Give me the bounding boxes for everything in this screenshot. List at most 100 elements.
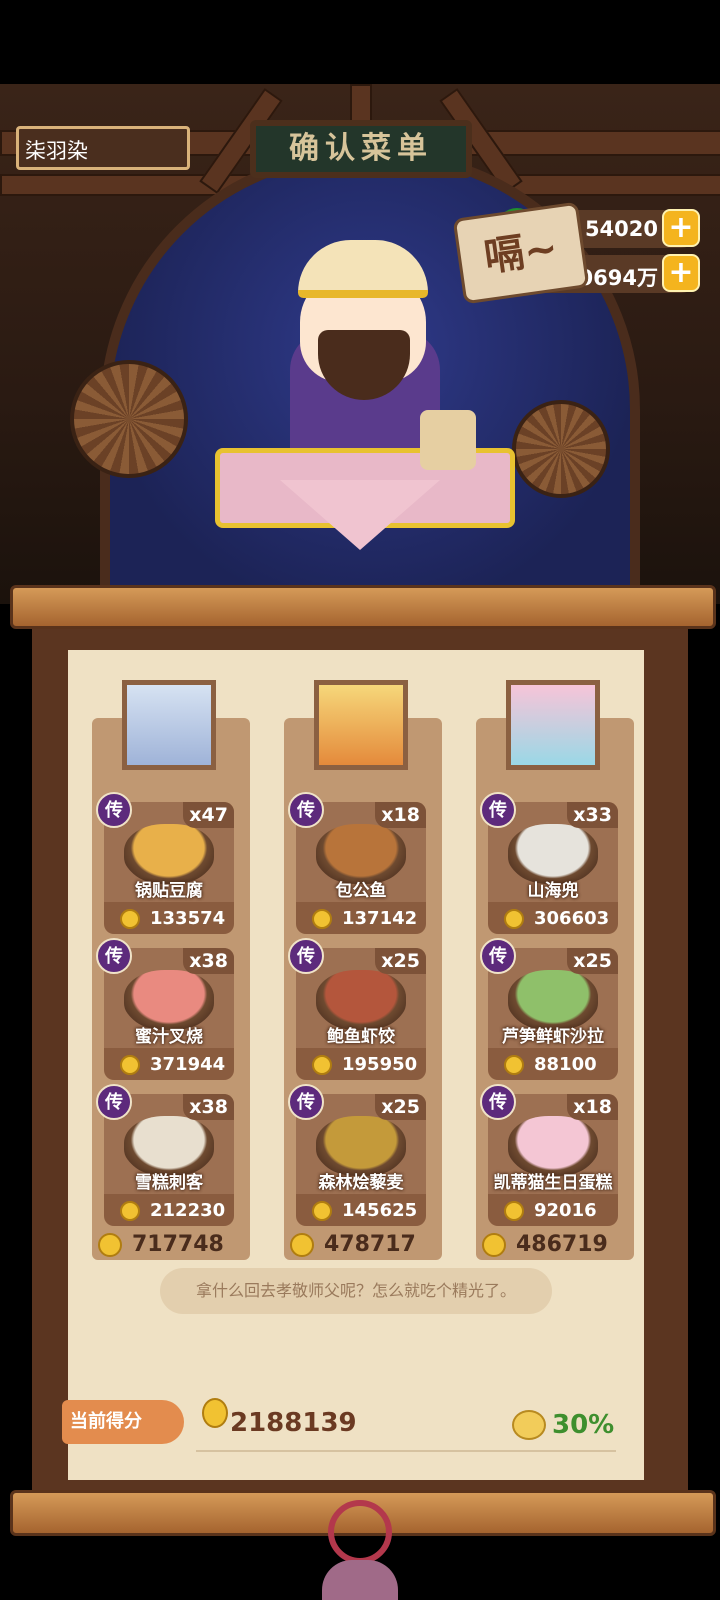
dish-price-value: 137142 [342,908,418,929]
legendary-badge: 传 [96,938,132,974]
dish-price: 88100 [488,1052,618,1078]
dish-name: 包公鱼 [335,881,387,901]
dish-name: 鲍鱼虾饺 [327,1027,395,1047]
dish-quantity: x18 [375,802,426,828]
dish-price: 145625 [296,1198,426,1224]
coin-icon [120,909,140,929]
coin-icon [482,1233,506,1257]
tassel-icon [322,1560,398,1600]
dish-card[interactable]: 传 x38 蜜汁叉烧 371944 [96,938,234,1080]
dish-price-value: 306603 [534,908,610,929]
coin-icon [202,1398,228,1428]
dish-card[interactable]: 传 x25 鲍鱼虾饺 195950 [288,938,426,1080]
dish-card[interactable]: 传 x47 锅贴豆腐 133574 [96,792,234,934]
coin-icon [312,909,332,929]
dish-image [124,824,214,884]
dish-quantity: x33 [567,802,618,828]
legendary-badge: 传 [96,1084,132,1120]
dish-price: 306603 [488,906,618,932]
column-total-2: 478717 [290,1232,416,1257]
status-bar-area [0,0,720,84]
dish-quantity: x25 [375,1094,426,1120]
player-name: 柒羽染 [16,126,190,170]
dish-card[interactable]: 传 x18 凯蒂猫生日蛋糕 92016 [480,1084,618,1226]
legendary-badge: 传 [96,792,132,828]
dish-card[interactable]: 传 x25 森林烩藜麦 145625 [288,1084,426,1226]
dish-image [124,1116,214,1176]
dish-quantity: x25 [375,948,426,974]
dish-price-value: 212230 [150,1200,226,1221]
legendary-badge: 传 [480,938,516,974]
stacked-bowls [420,410,476,470]
jade-amount: 54020 [584,217,658,241]
dish-image [316,824,406,884]
add-jade-button[interactable]: + [662,209,700,247]
customer-portrait-1[interactable] [122,680,216,770]
dish-name: 森林烩藜麦 [318,1173,404,1193]
coin-icon [120,1201,140,1221]
divider [196,1450,616,1452]
dish-price: 195950 [296,1052,426,1078]
dish-price: 371944 [104,1052,234,1078]
dish-price: 92016 [488,1198,618,1224]
dish-quantity: x38 [183,948,234,974]
speech-bubble: 嗝~ [452,201,590,305]
scroll-rod-top [10,585,716,629]
dish-name: 雪糕刺客 [135,1173,203,1193]
dish-quantity: x47 [183,802,234,828]
customer-quote: 拿什么回去孝敬师父呢？怎么就吃个精光了。 [160,1268,552,1314]
dish-price-value: 371944 [150,1054,226,1075]
dish-image [508,824,598,884]
add-coin-button[interactable]: + [662,254,700,292]
customer-portrait-3[interactable] [506,680,600,770]
dish-price: 212230 [104,1198,234,1224]
coin-icon [98,1233,122,1257]
column-total-3: 486719 [482,1232,608,1257]
dish-card[interactable]: 传 x33 山海兜 306603 [480,792,618,934]
knot-ornament-icon [328,1500,392,1564]
coin-icon [504,1055,524,1075]
coin-icon [290,1233,314,1257]
coin-icon [120,1055,140,1075]
legendary-badge: 传 [288,792,324,828]
bonus-percent: 30% [552,1410,615,1440]
dish-image [316,970,406,1030]
coin-icon [312,1201,332,1221]
legendary-badge: 传 [288,938,324,974]
bonus-chick-icon [512,1410,546,1440]
dish-price-value: 195950 [342,1054,418,1075]
column-total-1: 717748 [98,1232,224,1257]
legendary-badge: 传 [480,792,516,828]
dish-name: 芦笋鲜虾沙拉 [502,1027,604,1047]
dish-price-value: 92016 [534,1200,597,1221]
dish-quantity: x38 [183,1094,234,1120]
dish-image [508,1116,598,1176]
dish-price-value: 145625 [342,1200,418,1221]
current-score-label: 当前得分 [62,1400,184,1444]
dish-name: 凯蒂猫生日蛋糕 [493,1173,613,1193]
dish-card[interactable]: 传 x38 雪糕刺客 212230 [96,1084,234,1226]
dish-price-value: 133574 [150,908,226,929]
dish-image [124,970,214,1030]
confirm-menu-sign: 确认菜单 [250,120,472,178]
fan-left-icon [70,360,188,478]
current-score-value: 2188139 [230,1408,357,1438]
dish-price: 137142 [296,906,426,932]
coin-icon [504,1201,524,1221]
dish-price-value: 88100 [534,1054,597,1075]
fan-right-icon [512,400,610,498]
dish-quantity: x18 [567,1094,618,1120]
dish-quantity: x25 [567,948,618,974]
dish-image [316,1116,406,1176]
dish-name: 山海兜 [527,881,579,901]
dish-card[interactable]: 传 x18 包公鱼 137142 [288,792,426,934]
dish-card[interactable]: 传 x25 芦笋鲜虾沙拉 88100 [480,938,618,1080]
legendary-badge: 传 [480,1084,516,1120]
dish-name: 蜜汁叉烧 [135,1027,203,1047]
dish-image [508,970,598,1030]
dish-name: 锅贴豆腐 [135,881,203,901]
coin-icon [312,1055,332,1075]
legendary-badge: 传 [288,1084,324,1120]
dish-price: 133574 [104,906,234,932]
customer-portrait-2[interactable] [314,680,408,770]
